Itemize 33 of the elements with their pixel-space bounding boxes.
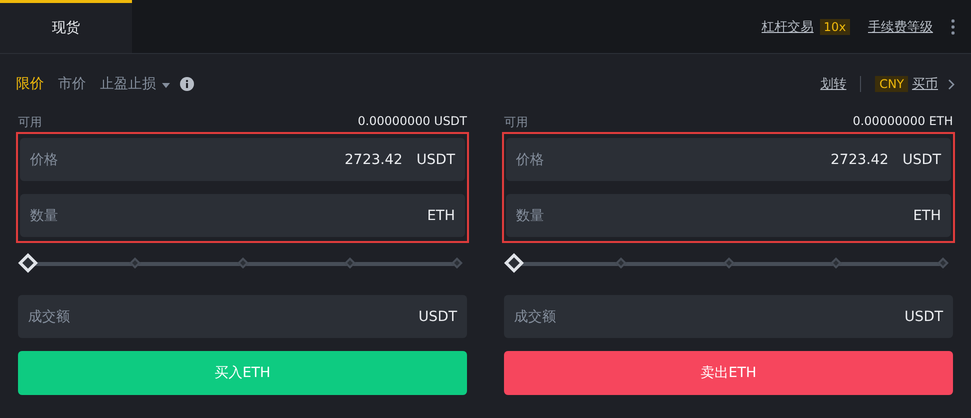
slider-step-mark[interactable] (236, 257, 248, 269)
slider-step-mark[interactable] (130, 257, 141, 269)
available-label: 可用 (18, 114, 42, 130)
currency-badge: CNY (875, 76, 908, 92)
slider-step-mark[interactable] (344, 257, 356, 269)
slider-step-mark[interactable] (451, 257, 463, 269)
amount-field[interactable]: 数量 ETH (506, 194, 951, 237)
order-type-tab[interactable]: 限价 (16, 75, 44, 93)
order-type-tab[interactable]: 止盈止损 (100, 75, 170, 93)
sell-button[interactable]: 卖出ETH (504, 351, 953, 395)
slider-step-mark[interactable] (722, 257, 734, 269)
available-balance: 0.00000000 USDT (358, 114, 467, 130)
buy-crypto-link[interactable]: 买币 (912, 75, 938, 93)
more-icon[interactable] (951, 18, 955, 34)
available-balance: 0.00000000 ETH (852, 114, 953, 130)
total-field[interactable]: 成交额 USDT (18, 295, 467, 338)
order-type-tab[interactable]: 市价 (58, 75, 86, 93)
price-field[interactable]: 价格 2723.42 USDT (20, 138, 465, 181)
transfer-link[interactable]: 划转 (820, 75, 846, 93)
header-link[interactable]: 手续费等级 (868, 18, 933, 36)
slider-step-mark[interactable] (937, 257, 949, 269)
info-icon[interactable] (180, 77, 194, 91)
spot-tab[interactable]: 现货 (0, 0, 132, 53)
chevron-right-icon[interactable] (948, 78, 955, 90)
caret-icon (162, 83, 170, 88)
price-field[interactable]: 价格 2723.42 USDT (506, 138, 951, 181)
available-label: 可用 (504, 114, 528, 130)
header-link[interactable]: 杠杆交易 (762, 18, 814, 36)
total-field[interactable]: 成交额 USDT (504, 295, 953, 338)
leverage-badge: 10x (820, 18, 850, 34)
amount-field[interactable]: 数量 ETH (20, 194, 465, 237)
slider-step-mark[interactable] (830, 257, 842, 269)
slider-step-mark[interactable] (616, 257, 627, 269)
